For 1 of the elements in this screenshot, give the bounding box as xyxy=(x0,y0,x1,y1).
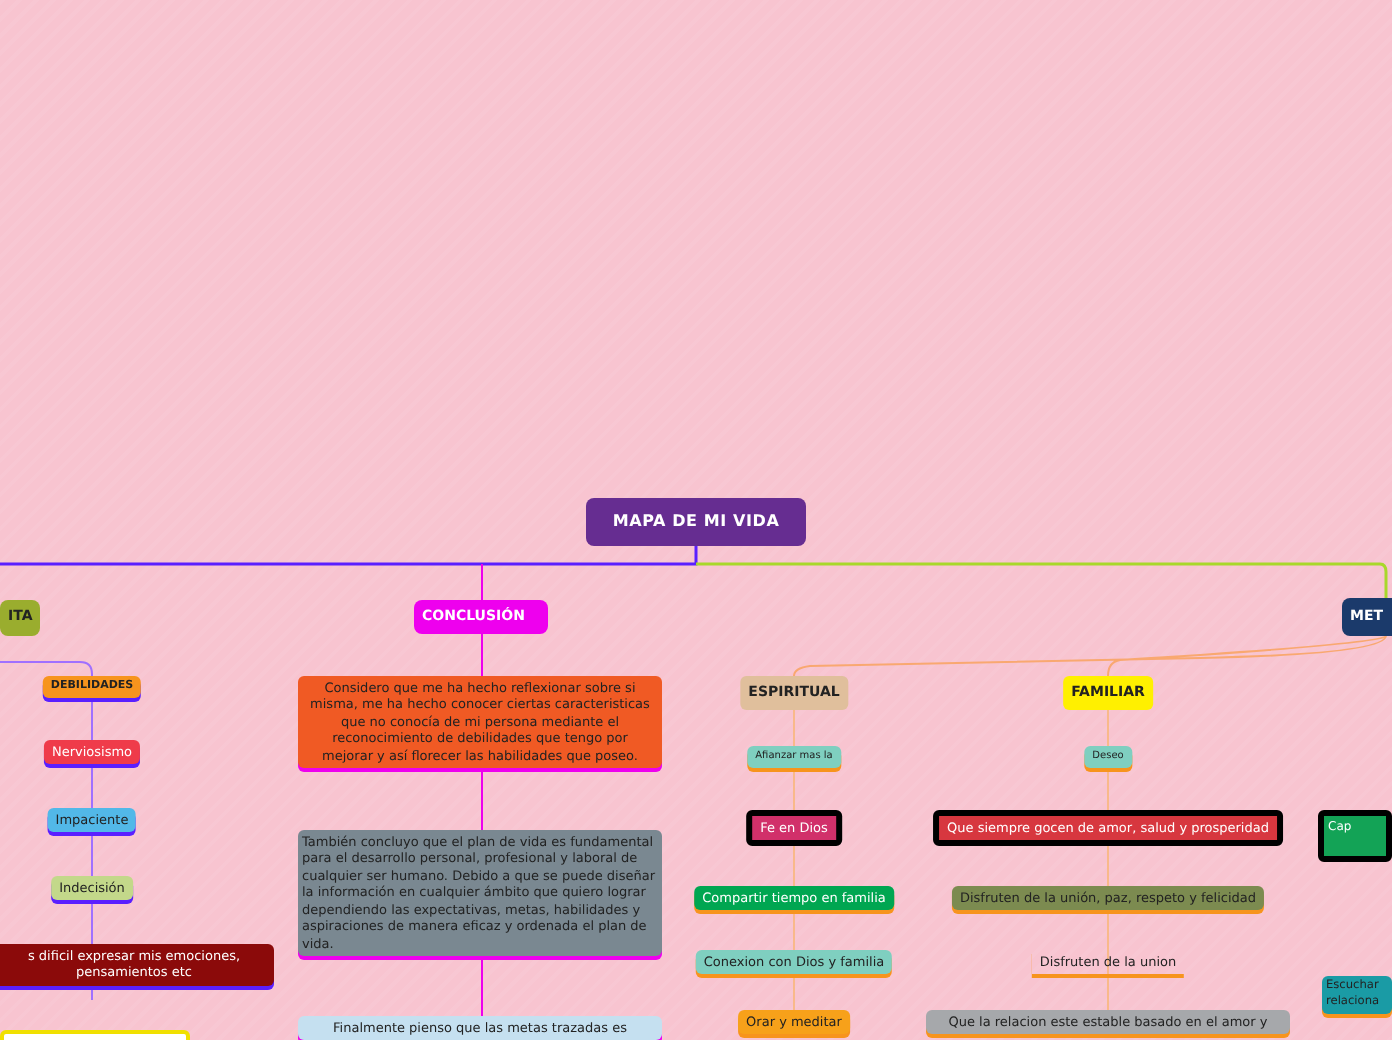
root-node[interactable]: MAPA DE MI VIDA xyxy=(586,498,806,546)
